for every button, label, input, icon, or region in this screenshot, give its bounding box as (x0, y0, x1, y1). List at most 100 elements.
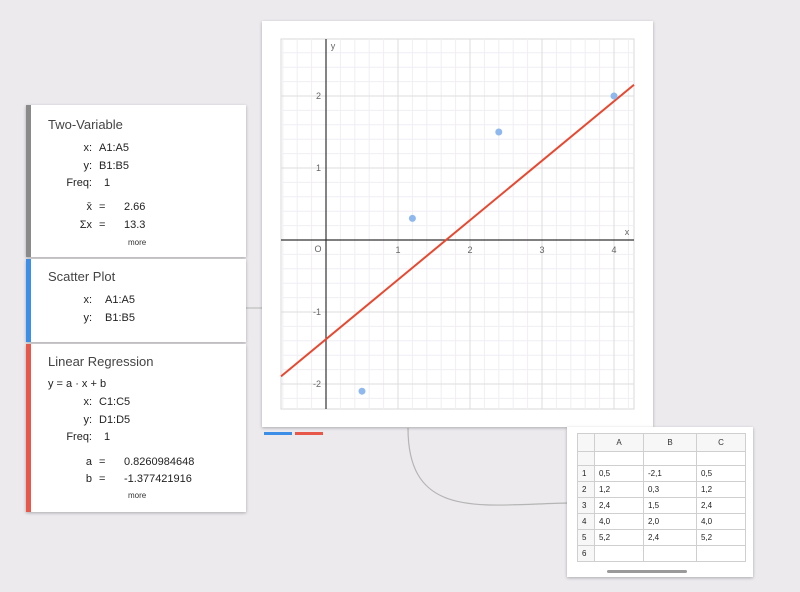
table-row: 3 2,4 1,5 2,4 (577, 497, 746, 514)
freq-field[interactable]: 1 (104, 431, 110, 443)
column-header-c[interactable]: C (696, 433, 746, 452)
row-number: 4 (577, 513, 595, 530)
scatter-point (610, 92, 618, 100)
cell[interactable]: 4,0 (696, 513, 746, 530)
scatter-point (495, 128, 503, 136)
table-row: 6 (577, 545, 746, 562)
cell[interactable]: -2,1 (643, 465, 697, 482)
regression-layer-tab[interactable] (295, 432, 323, 435)
linear-regression-panel[interactable]: Linear Regression y = a · x + b x: C1:C5… (26, 344, 246, 512)
y-tick-label: 2 (316, 91, 321, 101)
a-value: 0.8260984648 (124, 456, 195, 468)
y-label: y: (83, 414, 92, 426)
row-number: 1 (577, 465, 595, 482)
corner-cell (577, 433, 595, 452)
spreadsheet-table[interactable]: A B C 1 0,5 -2,1 0,5 2 1,2 0,3 1,2 3 2,4… (577, 433, 746, 562)
linear-regression-color-bar (26, 344, 31, 512)
plot-background (280, 38, 635, 410)
cell[interactable]: 2,4 (643, 529, 697, 546)
freq-label: Freq: (66, 431, 92, 443)
x-tick-label: 2 (467, 245, 472, 255)
table-row: 2 1,2 0,3 1,2 (577, 481, 746, 498)
cell[interactable]: 0,3 (643, 481, 697, 498)
header-blank-row (577, 451, 746, 466)
two-variable-color-bar (26, 105, 31, 257)
origin-label: O (314, 244, 321, 254)
sum-label: Σx (79, 219, 92, 231)
b-value: -1.377421916 (124, 473, 192, 485)
column-header-a[interactable]: A (594, 433, 644, 452)
y-range-field[interactable]: B1:B5 (99, 160, 129, 172)
blank-cell (577, 451, 595, 466)
y-range-field[interactable]: B1:B5 (105, 312, 135, 324)
table-scrollbar[interactable] (607, 570, 687, 573)
scatter-plot-color-bar (26, 259, 31, 342)
column-header-row: A B C (577, 433, 746, 452)
two-variable-title: Two-Variable (48, 117, 123, 132)
b-label: b (85, 473, 92, 485)
y-tick-label: 1 (316, 163, 321, 173)
x-range-field[interactable]: C1:C5 (99, 396, 130, 408)
row-number: 6 (577, 545, 595, 562)
y-axis-label: y (331, 41, 336, 51)
equals-sign: = (99, 473, 106, 485)
two-variable-panel[interactable]: Two-Variable x: A1:A5 y: B1:B5 Freq: 1 x… (26, 105, 246, 257)
graph-panel[interactable]: x y O 1 2 3 4 2 1 -1 -2 (262, 21, 653, 427)
cell[interactable]: 1,5 (643, 497, 697, 514)
regression-formula: y = a · x + b (48, 378, 107, 390)
table-row: 1 0,5 -2,1 0,5 (577, 465, 746, 482)
table-row: 4 4,0 2,0 4,0 (577, 513, 746, 530)
sum-value: 13.3 (124, 219, 146, 231)
x-tick-label: 4 (611, 245, 616, 255)
x-range-field[interactable]: A1:A5 (105, 294, 135, 306)
column-header-b[interactable]: B (643, 433, 697, 452)
more-link[interactable]: more (128, 491, 146, 500)
cell[interactable]: 0,5 (594, 465, 644, 482)
blank-cell (594, 451, 644, 466)
a-label: a (85, 456, 92, 468)
x-label: x: (83, 142, 92, 154)
cell[interactable]: 2,4 (594, 497, 644, 514)
equals-sign: = (99, 456, 106, 468)
cell[interactable]: 0,5 (696, 465, 746, 482)
cell[interactable]: 5,2 (696, 529, 746, 546)
row-number: 3 (577, 497, 595, 514)
y-tick-label: -1 (313, 307, 321, 317)
mean-value: 2.66 (124, 201, 146, 213)
y-tick-label: -2 (313, 379, 321, 389)
cell[interactable]: 5,2 (594, 529, 644, 546)
row-number: 5 (577, 529, 595, 546)
scatter-layer-tab[interactable] (264, 432, 292, 435)
freq-field[interactable]: 1 (104, 177, 110, 189)
blank-cell (696, 451, 746, 466)
x-label: x: (83, 294, 92, 306)
freq-label: Freq: (66, 177, 92, 189)
x-axis-label: x (625, 227, 630, 237)
equals-sign: = (99, 201, 106, 213)
x-label: x: (83, 396, 92, 408)
cell[interactable] (643, 545, 697, 562)
coordinate-plane[interactable]: x y O 1 2 3 4 2 1 -1 -2 (262, 21, 653, 427)
cell[interactable]: 2,4 (696, 497, 746, 514)
cell[interactable] (696, 545, 746, 562)
x-tick-label: 3 (539, 245, 544, 255)
scatter-plot-panel[interactable]: Scatter Plot x: A1:A5 y: B1:B5 (26, 259, 246, 342)
y-label: y: (83, 312, 92, 324)
spreadsheet-panel[interactable]: A B C 1 0,5 -2,1 0,5 2 1,2 0,3 1,2 3 2,4… (567, 427, 753, 577)
more-link[interactable]: more (128, 238, 146, 247)
cell[interactable] (594, 545, 644, 562)
scatter-plot-title: Scatter Plot (48, 269, 116, 284)
row-number: 2 (577, 481, 595, 498)
equals-sign: = (99, 219, 106, 231)
x-range-field[interactable]: A1:A5 (99, 142, 129, 154)
table-row: 5 5,2 2,4 5,2 (577, 529, 746, 546)
y-label: y: (83, 160, 92, 172)
mean-label: x̄ (86, 201, 93, 213)
cell[interactable]: 1,2 (594, 481, 644, 498)
cell[interactable]: 1,2 (696, 481, 746, 498)
scatter-point (358, 387, 366, 395)
cell[interactable]: 2,0 (643, 513, 697, 530)
cell[interactable]: 4,0 (594, 513, 644, 530)
scatter-point (408, 214, 416, 222)
y-range-field[interactable]: D1:D5 (99, 414, 130, 426)
